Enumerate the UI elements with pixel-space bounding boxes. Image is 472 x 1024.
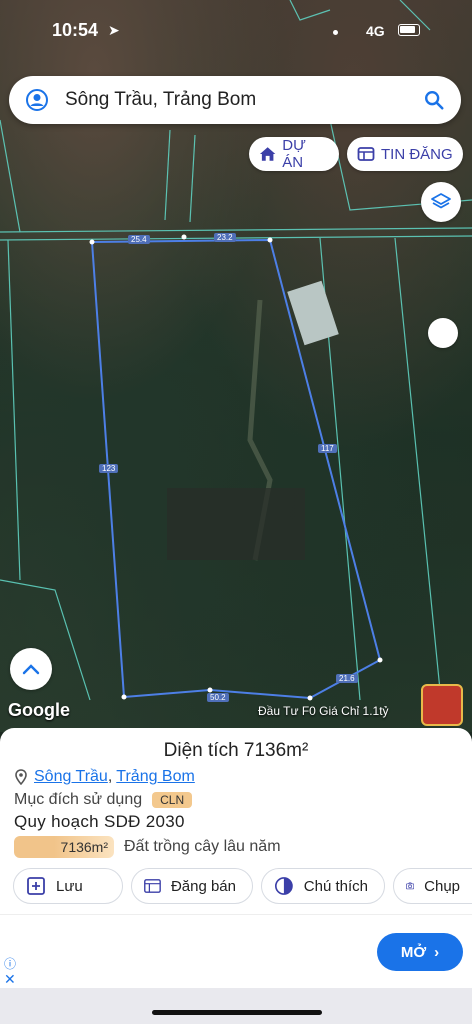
chevron-up-icon — [22, 664, 40, 675]
purpose-label: Mục đích sử dụng — [14, 791, 143, 808]
capture-label: Chụp — [424, 877, 460, 895]
location-arrow-icon: ➤ — [108, 22, 120, 38]
listing-icon — [144, 879, 161, 893]
post-sale-label: Đăng bán — [170, 877, 236, 895]
separator: , — [107, 768, 113, 785]
battery-icon — [398, 24, 420, 36]
pin-icon — [15, 769, 27, 785]
camera-icon — [406, 882, 415, 890]
purpose-badge: CLN — [152, 792, 193, 808]
watermark-blur — [167, 488, 305, 560]
map-marker-dot[interactable] — [428, 318, 458, 348]
plan-description: Đất trồng cây lâu năm — [124, 838, 281, 855]
layers-button[interactable] — [421, 182, 461, 222]
chevron-right-icon: › — [434, 943, 440, 961]
network-label: 4G — [366, 23, 385, 39]
add-file-icon — [27, 877, 45, 895]
search-bar[interactable]: Sông Trầu, Trảng Bom — [9, 76, 461, 124]
plan-area-bar: 7136m² — [14, 836, 114, 858]
map-view[interactable]: 25.4 23.2 123 117 50.2 21.6 10:54 ➤ 4G S… — [0, 0, 472, 732]
save-button[interactable]: Lưu — [13, 868, 123, 904]
legend-button[interactable]: Chú thích — [261, 868, 385, 904]
edge-label: 117 — [318, 444, 337, 453]
listing-icon — [357, 147, 375, 161]
plan-row: 7136m² Đất trồng cây lâu năm — [14, 836, 281, 858]
ad-open-label: MỞ — [400, 943, 427, 961]
location-link-district[interactable]: Trảng Bom — [116, 768, 195, 786]
tin-dang-chip[interactable]: TIN ĐĂNG — [347, 137, 463, 171]
parcel-info-panel: Diện tích 7136m² Sông Trầu , Trảng Bom M… — [0, 728, 472, 914]
google-logo: Google — [8, 700, 70, 720]
contrast-icon — [274, 877, 293, 895]
status-dot — [333, 30, 338, 35]
location-link-commune[interactable]: Sông Trầu — [34, 768, 108, 786]
edge-label: 25.4 — [128, 235, 150, 244]
ad-open-button[interactable]: MỞ › — [377, 933, 463, 971]
edge-label: 23.2 — [214, 233, 236, 242]
layers-icon — [431, 193, 451, 209]
expand-up-button[interactable] — [10, 648, 52, 690]
status-time: 10:54 — [52, 20, 99, 40]
plan-title: Quy hoạch SDĐ 2030 — [14, 812, 185, 831]
ad-info-icon[interactable]: ⓘ — [4, 955, 16, 972]
promo-text: Đầu Tư F0 Giá Chỉ 1.1tỷ — [258, 704, 389, 718]
post-sale-button[interactable]: Đăng bán — [131, 868, 253, 904]
account-icon[interactable] — [25, 88, 49, 112]
capture-button[interactable]: Chụp — [393, 868, 472, 904]
edge-label: 50.2 — [207, 693, 229, 702]
search-icon[interactable] — [423, 89, 445, 111]
tin-dang-label: TIN ĐĂNG — [381, 145, 453, 163]
save-label: Lưu — [56, 877, 83, 895]
bottom-bar — [0, 988, 472, 1024]
purpose-row: Mục đích sử dụng CLN — [14, 791, 193, 809]
ad-banner[interactable]: MỞ › ⓘ ✕ — [0, 914, 472, 988]
du-an-label: DỰ ÁN — [282, 137, 306, 171]
location-row: Sông Trầu , Trảng Bom — [14, 768, 195, 786]
edge-label: 123 — [99, 464, 119, 473]
home-indicator[interactable] — [152, 1010, 322, 1015]
ad-close-icon[interactable]: ✕ — [4, 971, 16, 988]
edge-label: 21.6 — [336, 674, 358, 683]
emblem-logo[interactable] — [421, 684, 463, 726]
action-bar: Lưu Đăng bán Chú thích Chụp — [13, 868, 472, 904]
house-icon — [259, 147, 276, 161]
du-an-chip[interactable]: DỰ ÁN — [249, 137, 339, 171]
area-title: Diện tích 7136m² — [163, 740, 309, 761]
legend-label: Chú thích — [303, 877, 368, 895]
search-query[interactable]: Sông Trầu, Trảng Bom — [65, 89, 423, 111]
